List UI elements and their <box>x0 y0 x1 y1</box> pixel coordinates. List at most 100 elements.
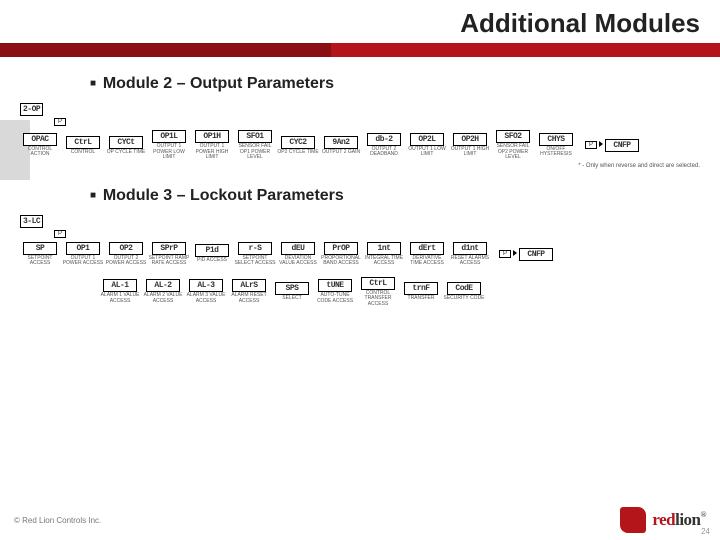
param-label: DEVIATION VALUE ACCESS <box>277 256 319 267</box>
segment-display: PrOP <box>324 242 358 255</box>
param-label: OUTPUT 1 POWER LOW LIMIT <box>148 144 190 161</box>
param-label: ON/OFF HYSTERESIS <box>535 147 577 158</box>
segment-display: CodE <box>447 282 481 295</box>
footer: © Red Lion Controls Inc. redlion® <box>0 500 720 540</box>
param-block: AL-1ALARM 1 VALUE ACCESS <box>100 279 140 304</box>
segment-display: dErt <box>410 242 444 255</box>
param-block: OP2HOUTPUT 1 HIGH LIMIT <box>450 133 490 158</box>
segment-display: 9An2 <box>324 136 358 149</box>
title-bar: Additional Modules <box>0 0 720 43</box>
param-block: 1ntINTEGRAL TIME ACCESS <box>364 242 404 267</box>
entry-tag-3lc: 3-LC <box>20 215 43 228</box>
param-block: dErtDERIVATIVE TIME ACCESS <box>407 242 447 267</box>
param-block: d1ntRESET ALARMS ACCESS <box>450 242 490 267</box>
p-button: P <box>54 118 66 126</box>
param-block: OP1LOUTPUT 1 POWER LOW LIMIT <box>149 130 189 161</box>
param-block: CtrLCONTROL <box>63 136 103 156</box>
segment-display: CHYS <box>539 133 573 146</box>
param-label: AUTO-TUNE CODE ACCESS <box>314 293 356 304</box>
diagram-module-3: 3-LC P SPSETPOINT ACCESSOP1OUTPUT 1 POWE… <box>20 211 700 308</box>
param-block: SPSSELECT <box>272 282 312 302</box>
param-label: OUTPUT 2 POWER ACCESS <box>105 256 147 267</box>
param-label: ALARM 1 VALUE ACCESS <box>99 293 141 304</box>
param-block: r-SSETPOINT SELECT ACCESS <box>235 242 275 267</box>
param-label: PID ACCESS <box>191 258 233 264</box>
end-cnfp-1: P CNFP <box>585 139 639 152</box>
param-label: OUTPUT 1 HIGH LIMIT <box>449 147 491 158</box>
footnote: * - Only when reverse and direct are sel… <box>20 163 700 169</box>
param-label: SENSOR FAIL OP1 POWER LEVEL <box>234 144 276 161</box>
logo-text-red: red <box>652 510 675 529</box>
param-label: CONTROL TRANSFER ACCESS <box>357 291 399 308</box>
segment-display: OP2H <box>453 133 487 146</box>
segment-display: r-S <box>238 242 272 255</box>
param-block: OP1HOUTPUT 1 POWER HIGH LIMIT <box>192 130 232 161</box>
param-block: SFO2SENSOR FAIL OP2 POWER LEVEL <box>493 130 533 161</box>
param-block: db-2OUTPUT 2 DEADBAND <box>364 133 404 158</box>
param-block: dEUDEVIATION VALUE ACCESS <box>278 242 318 267</box>
param-block: OP1OUTPUT 1 POWER ACCESS <box>63 242 103 267</box>
param-label: PROPORTIONAL BAND ACCESS <box>320 256 362 267</box>
segment-display: ALrS <box>232 279 266 292</box>
section-heading-module-3: Module 3 – Lockout Parameters <box>90 187 700 205</box>
param-block: 9An2OUTPUT 2 GAIN <box>321 136 361 156</box>
segment-display: OP2 <box>109 242 143 255</box>
segment-display: AL-1 <box>103 279 137 292</box>
logo-text-lion: lion <box>675 510 700 529</box>
param-block: CtrLCONTROL TRANSFER ACCESS <box>358 277 398 308</box>
segment-display: SPS <box>275 282 309 295</box>
content-area: Module 2 – Output Parameters 2-OP P OPAC… <box>0 57 720 307</box>
param-label: ALARM 3 VALUE ACCESS <box>185 293 227 304</box>
param-block: CHYSON/OFF HYSTERESIS <box>536 133 576 158</box>
param-label: OP CYCLE TIME <box>105 150 147 156</box>
param-block: OPACCONTROL ACTION <box>20 133 60 158</box>
param-block: CYCtOP CYCLE TIME <box>106 136 146 156</box>
segment-display: tUNE <box>318 279 352 292</box>
param-label: OUTPUT 2 DEADBAND <box>363 147 405 158</box>
segment-display: OPAC <box>23 133 57 146</box>
param-label: OP2 CYCLE TIME <box>277 150 319 156</box>
segment-display: OP2L <box>410 133 444 146</box>
lion-icon <box>620 507 646 533</box>
param-label: TRANSFER <box>400 296 442 302</box>
param-label: OUTPUT 1 POWER HIGH LIMIT <box>191 144 233 161</box>
param-label: OUTPUT 1 POWER ACCESS <box>62 256 104 267</box>
segment-display: 1nt <box>367 242 401 255</box>
param-label: SETPOINT ACCESS <box>19 256 61 267</box>
diagram-module-2: 2-OP P OPACCONTROL ACTIONCtrLCONTROLCYCt… <box>20 99 700 169</box>
segment-display: db-2 <box>367 133 401 146</box>
end-segment: CNFP <box>605 139 639 152</box>
param-block: tUNEAUTO-TUNE CODE ACCESS <box>315 279 355 304</box>
segment-display: d1nt <box>453 242 487 255</box>
segment-display: dEU <box>281 242 315 255</box>
param-block: AL-3ALARM 3 VALUE ACCESS <box>186 279 226 304</box>
segment-display: trnF <box>404 282 438 295</box>
segment-display: SPrP <box>152 242 186 255</box>
copyright: © Red Lion Controls Inc. <box>14 516 101 525</box>
param-block: CodESECURITY CODE <box>444 282 484 302</box>
param-label: SETPOINT SELECT ACCESS <box>234 256 276 267</box>
p-button: P <box>54 230 66 238</box>
red-accent-band <box>0 43 720 57</box>
param-block: trnFTRANSFER <box>401 282 441 302</box>
param-block: OP2OUTPUT 2 POWER ACCESS <box>106 242 146 267</box>
segment-display: AL-3 <box>189 279 223 292</box>
param-label: SELECT <box>271 296 313 302</box>
segment-display: CtrL <box>66 136 100 149</box>
p-button: P <box>585 141 597 149</box>
param-label: SETPOINT RAMP RATE ACCESS <box>148 256 190 267</box>
segment-display: SFO1 <box>238 130 272 143</box>
param-block: SPrPSETPOINT RAMP RATE ACCESS <box>149 242 189 267</box>
segment-display: CYC2 <box>281 136 315 149</box>
segment-display: SFO2 <box>496 130 530 143</box>
param-block: ALrSALARM RESET ACCESS <box>229 279 269 304</box>
segment-display: OP1H <box>195 130 229 143</box>
section-heading-module-2: Module 2 – Output Parameters <box>90 75 700 93</box>
param-label: SECURITY CODE <box>443 296 485 302</box>
segment-display: CYCt <box>109 136 143 149</box>
param-block: SFO1SENSOR FAIL OP1 POWER LEVEL <box>235 130 275 161</box>
end-segment: CNFP <box>519 248 553 261</box>
param-label: CONTROL ACTION <box>19 147 61 158</box>
segment-display: AL-2 <box>146 279 180 292</box>
param-block: OP2LOUTPUT 1 LOW LIMIT <box>407 133 447 158</box>
